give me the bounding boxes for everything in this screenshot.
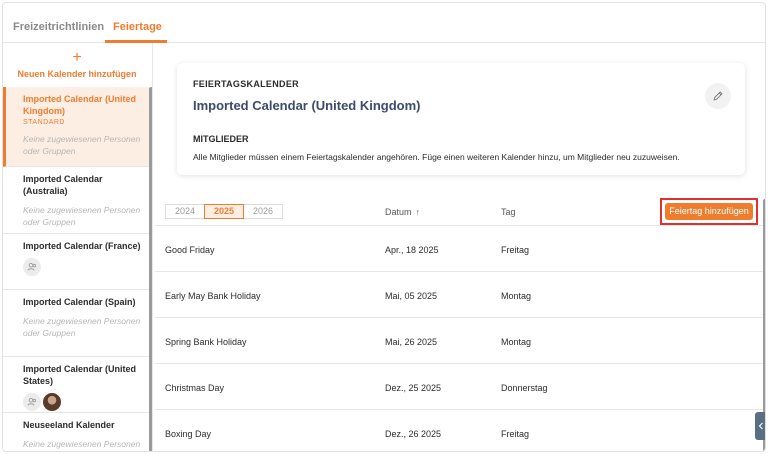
holiday-day: Montag: [501, 337, 532, 347]
table-row[interactable]: Spring Bank Holiday Mai, 26 2025 Montag: [155, 317, 763, 363]
calendar-name: Imported Calendar (Australia): [23, 174, 103, 196]
calendar-members-empty: Keine zugewiesenen Personen oder Gruppen: [23, 134, 141, 156]
card-heading: FEIERTAGSKALENDER: [193, 79, 299, 89]
calendar-name: Imported Calendar (United Kingdom): [23, 94, 137, 116]
calendar-members: [23, 393, 149, 411]
year-selector: 2024 2025 2026: [165, 204, 283, 219]
column-header-date[interactable]: Datum ↑: [385, 207, 420, 217]
plus-icon: +: [72, 49, 82, 66]
members-description: Alle Mitglieder müssen einem Feiertagska…: [193, 152, 680, 162]
holiday-day: Montag: [501, 291, 532, 301]
calendar-name: Imported Calendar (Spain): [23, 297, 136, 307]
calendar-item-france[interactable]: Imported Calendar (France): [3, 234, 149, 290]
calendar-title: Imported Calendar (United Kingdom): [193, 98, 421, 113]
year-button-2024[interactable]: 2024: [165, 204, 205, 219]
holiday-date: Dez., 26 2025: [385, 429, 442, 439]
calendar-item-australia[interactable]: Imported Calendar (Australia) Keine zuge…: [3, 167, 149, 234]
table-row[interactable]: Christmas Day Dez., 25 2025 Donnerstag: [155, 363, 763, 409]
holiday-name: Boxing Day: [165, 429, 212, 439]
holiday-name: Good Friday: [165, 245, 215, 255]
holiday-name: Early May Bank Holiday: [165, 291, 261, 301]
members-heading: MITGLIEDER: [193, 134, 249, 144]
holiday-day: Donnerstag: [501, 383, 548, 393]
calendar-item-spain[interactable]: Imported Calendar (Spain) Keine zugewies…: [3, 290, 149, 357]
holiday-name: Spring Bank Holiday: [165, 337, 247, 347]
calendar-sidebar: + Neuen Kalender hinzufügen Imported Cal…: [3, 43, 153, 451]
standard-badge: STANDARD: [23, 119, 65, 126]
calendar-item-neuseeland[interactable]: Neuseeland Kalender Keine zugewiesenen P…: [3, 413, 149, 451]
add-holiday-button[interactable]: Feiertag hinzufügen: [665, 203, 753, 220]
table-row[interactable]: Good Friday Apr., 18 2025 Freitag: [155, 225, 763, 271]
calendar-members-empty: Keine zugewiesenen Personen oder Gruppen: [23, 316, 141, 338]
calendar-name: Imported Calendar (France): [23, 241, 141, 251]
holiday-date: Apr., 18 2025: [385, 245, 439, 255]
avatar: [43, 393, 61, 411]
add-calendar-button[interactable]: + Neuen Kalender hinzufügen: [3, 49, 151, 87]
table-row[interactable]: Boxing Day Dez., 26 2025 Freitag: [155, 409, 763, 451]
arrow-up-icon: ↑: [415, 207, 421, 217]
collapse-panel-button[interactable]: [755, 412, 765, 440]
sidebar-scrollbar[interactable]: [149, 87, 152, 451]
year-button-2026[interactable]: 2026: [243, 204, 283, 219]
column-date-label: Datum: [385, 207, 412, 217]
group-icon: [23, 258, 41, 276]
tab-feiertage[interactable]: Feiertage: [113, 21, 162, 33]
holiday-date: Mai, 05 2025: [385, 291, 438, 301]
calendar-item-united-states[interactable]: Imported Calendar (United States): [3, 357, 149, 413]
calendar-members: [23, 258, 149, 276]
calendar-members-empty: Keine zugewiesenen Personen oder Gruppen: [23, 439, 141, 449]
pencil-icon: [713, 91, 723, 101]
holiday-date: Dez., 25 2025: [385, 383, 442, 393]
column-header-day[interactable]: Tag: [501, 207, 516, 217]
holiday-name: Christmas Day: [165, 383, 225, 393]
year-button-2025[interactable]: 2025: [204, 204, 244, 219]
chevron-left-icon: [758, 422, 763, 430]
calendar-info-card: FEIERTAGSKALENDER Imported Calendar (Uni…: [177, 63, 745, 175]
holiday-table: 2024 2025 2026 Datum ↑ Tag Feiertag hinzu…: [155, 193, 763, 451]
edit-calendar-button[interactable]: [705, 83, 731, 109]
add-calendar-label: Neuen Kalender hinzufügen: [17, 69, 137, 79]
calendar-name: Imported Calendar (United States): [23, 364, 137, 386]
tab-bar: Freizeitrichtlinien Feiertage: [3, 3, 765, 43]
calendar-item-united-kingdom[interactable]: Imported Calendar (United Kingdom) STAND…: [3, 87, 149, 167]
calendar-members-empty: Keine zugewiesenen Personen oder Gruppen: [23, 205, 141, 227]
tab-freizeitrichtlinien[interactable]: Freizeitrichtlinien: [13, 21, 104, 33]
group-icon: [23, 393, 41, 411]
calendar-name: Neuseeland Kalender: [23, 420, 115, 430]
holiday-day: Freitag: [501, 429, 530, 439]
table-row[interactable]: Early May Bank Holiday Mai, 05 2025 Mont…: [155, 271, 763, 317]
app-frame: Freizeitrichtlinien Feiertage + Neuen Ka…: [2, 2, 766, 452]
holiday-date: Mai, 26 2025: [385, 337, 438, 347]
holiday-day: Freitag: [501, 245, 530, 255]
